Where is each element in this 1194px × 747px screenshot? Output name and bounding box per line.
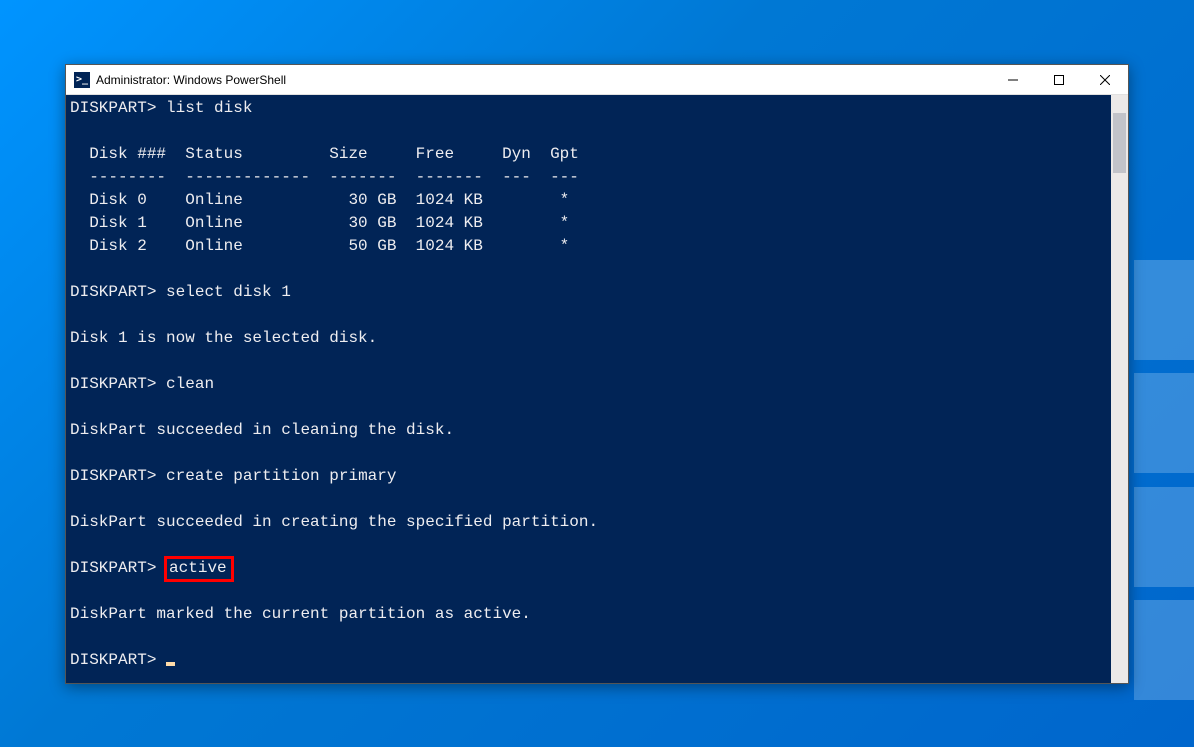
cmd-select-disk: select disk 1 <box>166 283 291 301</box>
cursor <box>166 662 175 666</box>
prompt: DISKPART> <box>70 375 156 393</box>
response-create: DiskPart succeeded in creating the speci… <box>70 513 598 531</box>
windows-logo-bars <box>1134 260 1194 700</box>
response-clean: DiskPart succeeded in cleaning the disk. <box>70 421 454 439</box>
response-active: DiskPart marked the current partition as… <box>70 605 531 623</box>
vertical-scrollbar[interactable] <box>1111 95 1128 683</box>
powershell-window: >_ Administrator: Windows PowerShell DIS… <box>65 64 1129 684</box>
disk-table-rule: -------- ------------- ------- ------- -… <box>70 168 579 186</box>
disk-row-1: Disk 1 Online 30 GB 1024 KB * <box>70 214 569 232</box>
cmd-create-partition: create partition primary <box>166 467 396 485</box>
maximize-button[interactable] <box>1036 65 1082 95</box>
terminal-output[interactable]: DISKPART> list disk Disk ### Status Size… <box>66 95 1111 683</box>
prompt: DISKPART> <box>70 283 156 301</box>
disk-table-header: Disk ### Status Size Free Dyn Gpt <box>70 145 579 163</box>
titlebar[interactable]: >_ Administrator: Windows PowerShell <box>66 65 1128 95</box>
cmd-clean: clean <box>166 375 214 393</box>
prompt: DISKPART> <box>70 99 156 117</box>
scrollbar-thumb[interactable] <box>1113 113 1126 173</box>
cmd-active-highlighted: active <box>164 556 234 582</box>
powershell-icon: >_ <box>74 72 90 88</box>
disk-row-0: Disk 0 Online 30 GB 1024 KB * <box>70 191 569 209</box>
prompt: DISKPART> <box>70 651 156 669</box>
disk-row-2: Disk 2 Online 50 GB 1024 KB * <box>70 237 569 255</box>
close-button[interactable] <box>1082 65 1128 95</box>
response-select: Disk 1 is now the selected disk. <box>70 329 377 347</box>
prompt: DISKPART> <box>70 467 156 485</box>
window-title: Administrator: Windows PowerShell <box>96 73 286 87</box>
minimize-button[interactable] <box>990 65 1036 95</box>
prompt: DISKPART> <box>70 559 156 577</box>
cmd-list-disk: list disk <box>166 99 252 117</box>
